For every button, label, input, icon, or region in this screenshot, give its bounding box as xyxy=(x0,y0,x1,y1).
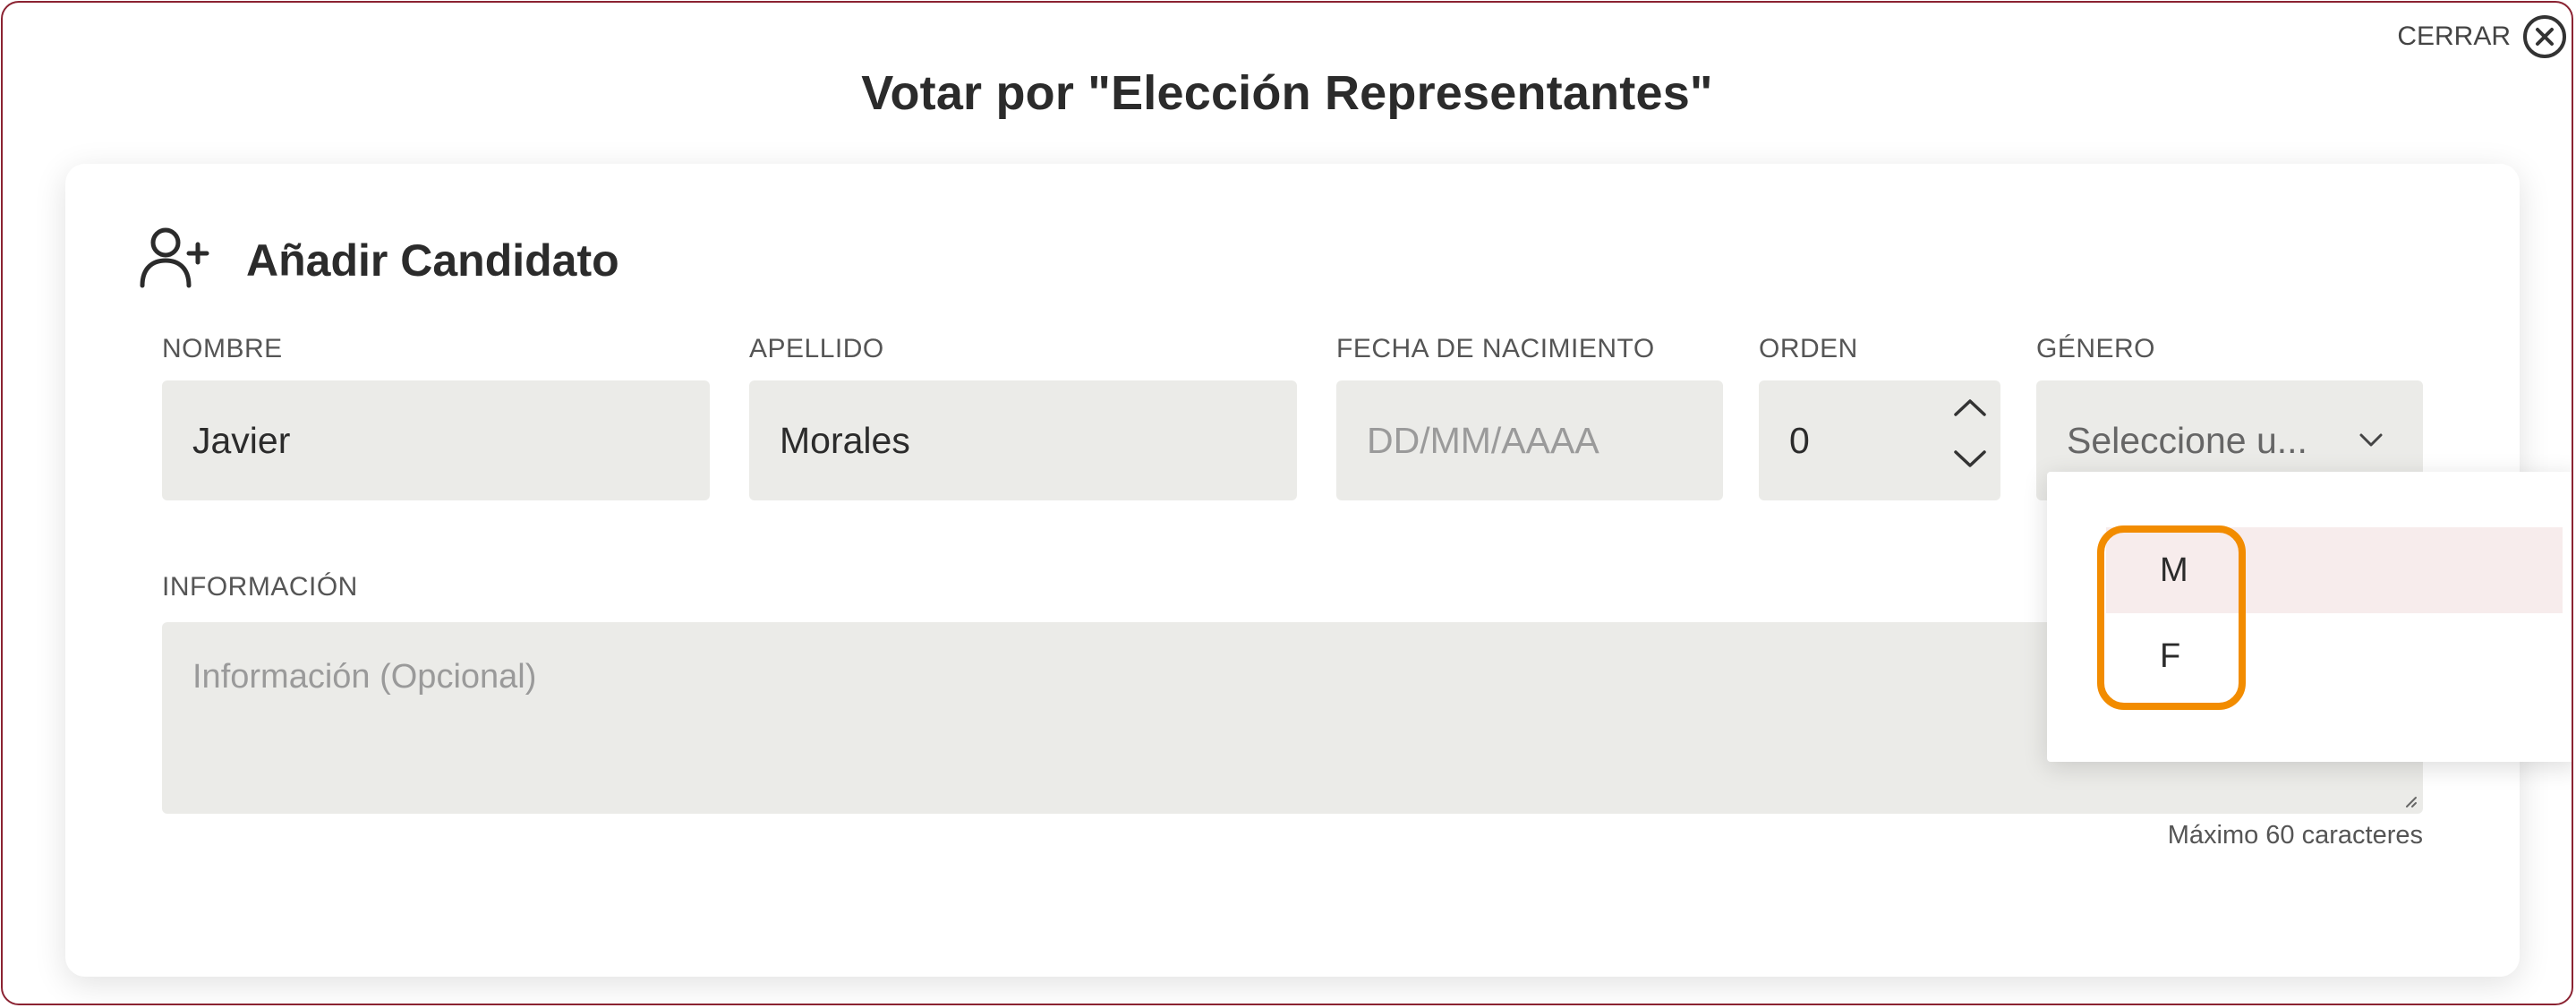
apellido-field[interactable]: Morales xyxy=(749,380,1297,500)
apellido-label: APELLIDO xyxy=(749,334,884,363)
apellido-value: Morales xyxy=(780,419,910,461)
vote-dialog: Votar por "Elección Representantes" CERR… xyxy=(1,1,2573,1005)
card-header: Añadir Candidato xyxy=(139,226,619,294)
genero-label: GÉNERO xyxy=(2036,334,2156,363)
nombre-field[interactable]: Javier xyxy=(162,380,710,500)
fecha-field[interactable]: DD/MM/AAAA xyxy=(1336,380,1723,500)
chevron-up-icon[interactable] xyxy=(1950,397,1990,418)
close-icon[interactable] xyxy=(2523,15,2566,58)
genero-placeholder: Seleccione u... xyxy=(2067,419,2307,461)
fecha-label: FECHA DE NACIMIENTO xyxy=(1336,334,1655,363)
genero-dropdown: M F xyxy=(2047,472,2572,762)
dropdown-option-f[interactable]: F xyxy=(2106,613,2563,699)
chevron-down-icon[interactable] xyxy=(1950,448,1990,470)
informacion-hint: Máximo 60 caracteres xyxy=(2167,821,2423,850)
informacion-label: INFORMACIÓN xyxy=(162,572,358,602)
chevron-down-icon xyxy=(2359,433,2383,447)
orden-value: 0 xyxy=(1789,419,1810,461)
informacion-placeholder: Información (Opcional) xyxy=(192,658,537,696)
close-button[interactable]: CERRAR xyxy=(2397,15,2566,58)
dialog-title: Votar por "Elección Representantes" xyxy=(861,66,1713,120)
close-label: CERRAR xyxy=(2397,21,2511,51)
nombre-label: NOMBRE xyxy=(162,334,283,363)
nombre-value: Javier xyxy=(192,419,291,461)
dropdown-option-m[interactable]: M xyxy=(2106,527,2563,613)
dropdown-option-label: F xyxy=(2160,636,2181,675)
dropdown-option-label: M xyxy=(2160,551,2188,589)
resize-handle-icon[interactable] xyxy=(2401,792,2418,808)
card-title: Añadir Candidato xyxy=(246,235,619,286)
orden-stepper[interactable]: 0 xyxy=(1759,380,2000,500)
user-plus-icon xyxy=(139,226,210,294)
fecha-placeholder: DD/MM/AAAA xyxy=(1367,419,1599,461)
orden-label: ORDEN xyxy=(1759,334,1858,363)
